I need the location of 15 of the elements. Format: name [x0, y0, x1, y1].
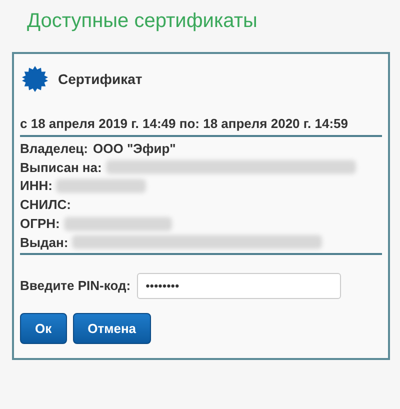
field-label: Владелец:	[20, 140, 88, 156]
validity-period: с 18 апреля 2019 г. 14:49 по: 18 апреля 2020 г. 14:59	[20, 114, 382, 137]
page-title: Доступные сертификаты	[27, 9, 258, 34]
field-label: Выписан на:	[20, 160, 102, 175]
field-label: СНИЛС:	[20, 197, 71, 212]
field-label: ОГРН:	[20, 216, 60, 232]
field-value: ООО "Эфир"	[93, 140, 176, 156]
pin-label: Введите PIN-код:	[20, 278, 131, 294]
field-label: ИНН:	[20, 178, 52, 194]
ok-button[interactable]: Ок	[20, 312, 67, 344]
field-label: Выдан:	[20, 234, 68, 250]
seal-icon	[22, 66, 48, 92]
cancel-button[interactable]: Отмена	[72, 312, 152, 344]
certificate-title: Сертификат	[58, 71, 142, 87]
pin-input[interactable]: ••••••••	[136, 272, 341, 299]
